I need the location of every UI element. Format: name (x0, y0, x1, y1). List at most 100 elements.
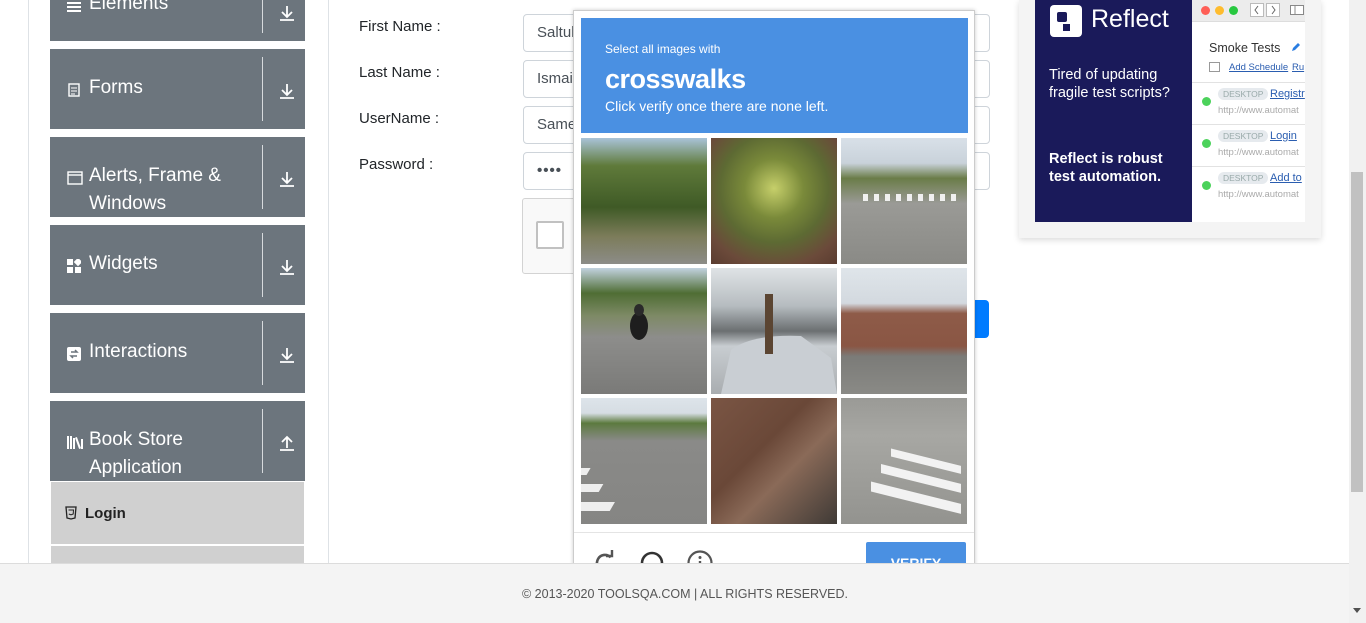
books-icon (67, 436, 83, 449)
sidebar-group-elements[interactable]: Elements (50, 0, 305, 41)
window-minimize-icon (1215, 6, 1224, 15)
ad-test-row: DESKTOP Add to http://www.automat (1192, 166, 1305, 206)
first-name-label: First Name : (359, 18, 441, 35)
captcha-tile[interactable] (711, 268, 837, 394)
recaptcha-checkbox[interactable] (536, 221, 564, 249)
sidebar-group-book-store[interactable]: Book Store Application (50, 401, 305, 481)
password-label: Password : (359, 156, 434, 173)
sidebar-group-label: Forms (89, 77, 143, 98)
reflect-logo-icon (1050, 5, 1082, 37)
browser-chrome (1192, 0, 1305, 22)
ad-url: http://www.automat (1218, 189, 1299, 200)
crosswalk-graphic (871, 448, 961, 514)
widgets-icon (67, 259, 81, 273)
download-icon[interactable] (278, 170, 296, 188)
sidebar-group-interactions[interactable]: Interactions (50, 313, 305, 393)
page-scrollbar[interactable] (1349, 0, 1366, 623)
ad-link: Registr (1270, 88, 1305, 100)
calendar-icon (1209, 62, 1220, 72)
captcha-instruction: Click verify once there are none left. (605, 98, 829, 114)
motorcycle-graphic (630, 304, 648, 340)
sidebar-group-widgets[interactable]: Widgets (50, 225, 305, 305)
ad-panel: Reflect Tired of updating fragile test s… (1035, 0, 1192, 222)
captcha-tile[interactable] (841, 268, 967, 394)
scroll-down-icon[interactable] (1353, 608, 1361, 613)
window-icon (67, 171, 83, 185)
divider (262, 145, 263, 209)
page: Elements Forms Alerts, Frame & Windows W… (0, 0, 1366, 623)
ad-pill: DESKTOP (1218, 130, 1269, 142)
ad-url: http://www.automat (1218, 105, 1299, 116)
divider (262, 57, 263, 121)
divider (262, 321, 263, 385)
sidebar-group-label: Elements (89, 0, 169, 14)
upload-icon[interactable] (278, 434, 296, 452)
status-dot-icon (1202, 97, 1211, 106)
crosswalk-graphic (863, 194, 956, 201)
captcha-tile[interactable] (581, 268, 707, 394)
ad-run: Ru (1292, 62, 1305, 73)
captcha-challenge: Select all images with crosswalks Click … (573, 10, 975, 592)
divider (262, 409, 263, 473)
ad-pill: DESKTOP (1218, 88, 1269, 100)
sidebar-border (28, 0, 29, 563)
ad-pill: DESKTOP (1218, 172, 1269, 184)
pencil-icon (1292, 43, 1300, 51)
download-icon[interactable] (278, 82, 296, 100)
forward-icon (1266, 3, 1280, 17)
back-icon (1250, 3, 1264, 17)
ad-preview: Smoke Tests Add Schedule Ru DESKTOP Regi… (1192, 0, 1305, 222)
ad-link: Login (1270, 130, 1297, 142)
window-close-icon (1201, 6, 1210, 15)
sidebar-group-alerts[interactable]: Alerts, Frame & Windows (50, 137, 305, 217)
sidebar-group-label: Windows (89, 193, 167, 214)
ad-test-row: DESKTOP Login http://www.automat (1192, 124, 1305, 164)
ad-tagline: Tired of updating fragile test scripts? (1049, 67, 1170, 101)
crosswalk-graphic (581, 468, 615, 511)
ad-pitch: Reflect is robust test automation. (1049, 151, 1163, 185)
divider (262, 0, 263, 33)
sidebar-item[interactable] (51, 546, 304, 563)
ad-add-schedule: Add Schedule (1229, 62, 1289, 73)
interactions-icon (67, 347, 81, 361)
captcha-tile[interactable] (841, 138, 967, 264)
sidebar-toggle-icon (1290, 5, 1304, 15)
download-icon[interactable] (278, 4, 296, 22)
sidebar-group-label: Widgets (89, 253, 158, 274)
sidebar-group-label: Book Store (89, 429, 183, 450)
content-border (328, 0, 329, 563)
divider (262, 233, 263, 297)
download-icon[interactable] (278, 346, 296, 364)
html-icon (65, 506, 77, 520)
captcha-tile[interactable] (581, 138, 707, 264)
captcha-tile[interactable] (711, 398, 837, 524)
captcha-tile[interactable] (841, 398, 967, 524)
captcha-prompt: Select all images with (605, 42, 721, 56)
status-dot-icon (1202, 139, 1211, 148)
username-label: UserName : (359, 110, 440, 127)
document-icon (68, 83, 80, 97)
captcha-tile[interactable] (581, 398, 707, 524)
footer-copyright: © 2013-2020 TOOLSQA.COM | ALL RIGHTS RES… (522, 587, 849, 601)
ad-test-row: DESKTOP Registr http://www.automat (1192, 82, 1305, 122)
ad-smoke-title: Smoke Tests (1209, 41, 1281, 55)
sidebar-group-label: Alerts, Frame & (89, 165, 221, 186)
captcha-tile[interactable] (711, 138, 837, 264)
last-name-label: Last Name : (359, 64, 440, 81)
sidebar-group-label: Interactions (89, 341, 188, 362)
ad-brand: Reflect (1091, 5, 1169, 33)
sidebar-item-login[interactable]: Login (51, 482, 304, 544)
advertisement[interactable]: Reflect Tired of updating fragile test s… (1019, 0, 1321, 238)
list-icon (67, 2, 81, 12)
car-graphic (721, 294, 837, 394)
captcha-target: crosswalks (605, 64, 746, 94)
ad-url: http://www.automat (1218, 147, 1299, 158)
sidebar-group-forms[interactable]: Forms (50, 49, 305, 129)
scrollbar-thumb[interactable] (1351, 172, 1363, 492)
ad-link: Add to (1270, 172, 1302, 184)
download-icon[interactable] (278, 258, 296, 276)
window-maximize-icon (1229, 6, 1238, 15)
sidebar-group-label: Application (89, 457, 182, 478)
sidebar-item-label: Login (85, 505, 126, 522)
status-dot-icon (1202, 181, 1211, 190)
